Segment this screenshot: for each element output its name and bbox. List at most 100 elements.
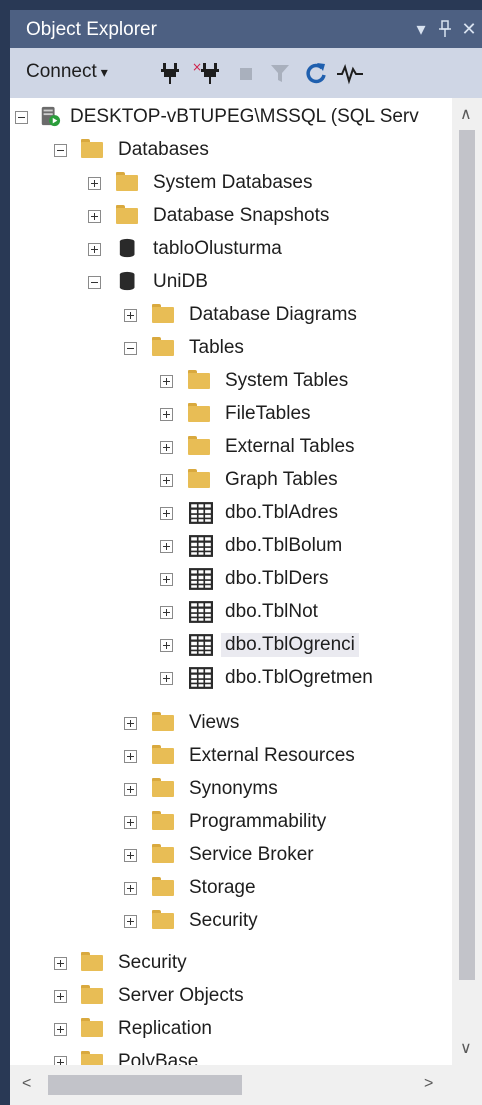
vertical-scroll-thumb[interactable] [459, 130, 475, 980]
expand-icon[interactable] [160, 474, 173, 487]
window-menu-dropdown-icon[interactable]: ▾ [410, 16, 432, 42]
tree-node-database-snapshots[interactable]: Database Snapshots [10, 199, 450, 232]
tree-node-programmability[interactable]: Programmability [10, 805, 450, 838]
scroll-down-icon[interactable]: ∨ [460, 1038, 472, 1058]
file-tables-label: FileTables [225, 402, 311, 424]
expand-icon[interactable] [160, 672, 173, 685]
scroll-right-icon[interactable]: > [424, 1075, 433, 1093]
collapse-icon[interactable] [88, 276, 101, 289]
tree-node-db-security[interactable]: Security [10, 904, 450, 937]
scrollbar-corner [452, 1065, 482, 1105]
folder-icon [80, 951, 104, 973]
vertical-scrollbar[interactable]: ∧ ∨ [452, 98, 482, 1065]
folder-icon [80, 1050, 104, 1065]
collapse-icon[interactable] [124, 342, 137, 355]
connect-plug-icon[interactable] [158, 60, 182, 86]
collapse-icon[interactable] [54, 144, 67, 157]
scroll-left-icon[interactable]: < [22, 1075, 31, 1093]
polybase-label: PolyBase [118, 1050, 199, 1066]
tree-node-tbl-adres[interactable]: dbo.TblAdres [10, 496, 450, 529]
stop-icon[interactable] [234, 60, 258, 86]
pin-icon[interactable] [434, 16, 456, 42]
disconnect-icon[interactable]: × [192, 60, 222, 86]
db-unidb-label: UniDB [153, 270, 208, 292]
folder-icon [151, 909, 175, 931]
connect-label: Connect [26, 61, 97, 82]
tree-node-storage[interactable]: Storage [10, 871, 450, 904]
horizontal-scrollbar[interactable]: < > [10, 1065, 452, 1105]
folder-icon [115, 171, 139, 193]
folder-icon [80, 138, 104, 160]
folder-icon [151, 744, 175, 766]
tree-node-tbl-not[interactable]: dbo.TblNot [10, 595, 450, 628]
expand-icon[interactable] [160, 507, 173, 520]
tree-node-db-unidb[interactable]: UniDB [10, 265, 450, 298]
tree-node-service-broker[interactable]: Service Broker [10, 838, 450, 871]
close-icon[interactable]: ✕ [458, 16, 480, 42]
activity-monitor-icon[interactable] [336, 60, 364, 86]
tree-node-synonyms[interactable]: Synonyms [10, 772, 450, 805]
expand-icon[interactable] [160, 573, 173, 586]
expand-icon[interactable] [160, 606, 173, 619]
scroll-up-icon[interactable]: ∧ [460, 104, 472, 124]
system-tables-label: System Tables [225, 369, 349, 391]
expand-icon[interactable] [124, 783, 137, 796]
expand-icon[interactable] [124, 750, 137, 763]
folder-icon [187, 468, 211, 490]
tree-node-tbl-ogrenci[interactable]: dbo.TblOgrenci [10, 628, 450, 661]
expand-icon[interactable] [54, 990, 67, 1003]
tree-node-views[interactable]: Views [10, 706, 450, 739]
tree-node-file-tables[interactable]: FileTables [10, 397, 450, 430]
expand-icon[interactable] [88, 177, 101, 190]
expand-icon[interactable] [88, 210, 101, 223]
tree-node-external-resources[interactable]: External Resources [10, 739, 450, 772]
expand-icon[interactable] [160, 639, 173, 652]
expand-icon[interactable] [124, 882, 137, 895]
table-icon [189, 568, 213, 590]
expand-icon[interactable] [54, 1056, 67, 1065]
tree-node-tables[interactable]: Tables [10, 331, 450, 364]
tree-node-db-tablo[interactable]: tabloOlusturma [10, 232, 450, 265]
filter-icon[interactable] [268, 60, 292, 86]
expand-icon[interactable] [160, 375, 173, 388]
programmability-label: Programmability [189, 810, 327, 832]
external-resources-label: External Resources [189, 744, 355, 766]
tree-node-system-tables[interactable]: System Tables [10, 364, 450, 397]
expand-icon[interactable] [124, 915, 137, 928]
tbl-adres-label: dbo.TblAdres [225, 501, 339, 523]
tree-node-server-objects[interactable]: Server Objects [10, 979, 450, 1012]
tree-node-server[interactable]: DESKTOP-vBTUPEG\MSSQL (SQL Serv [10, 100, 450, 133]
storage-label: Storage [189, 876, 256, 898]
tree-node-security[interactable]: Security [10, 946, 450, 979]
tables-label: Tables [189, 336, 244, 358]
expand-icon[interactable] [160, 441, 173, 454]
title-bar: Object Explorer ▾ ✕ [10, 10, 482, 48]
server-icon [41, 106, 61, 127]
tree-node-tbl-ogretmen[interactable]: dbo.TblOgretmen [10, 661, 450, 694]
tree-node-replication[interactable]: Replication [10, 1012, 450, 1045]
tree-node-tbl-bolum[interactable]: dbo.TblBolum [10, 529, 450, 562]
tbl-ders-label: dbo.TblDers [225, 567, 329, 589]
expand-icon[interactable] [124, 849, 137, 862]
expand-icon[interactable] [124, 717, 137, 730]
expand-icon[interactable] [54, 957, 67, 970]
tree-node-tbl-ders[interactable]: dbo.TblDers [10, 562, 450, 595]
expand-icon[interactable] [88, 243, 101, 256]
refresh-icon[interactable] [304, 60, 328, 86]
database-diagrams-label: Database Diagrams [189, 303, 357, 325]
expand-icon[interactable] [160, 408, 173, 421]
expand-icon[interactable] [124, 309, 137, 322]
tree-node-database-diagrams[interactable]: Database Diagrams [10, 298, 450, 331]
horizontal-scroll-thumb[interactable] [48, 1075, 242, 1095]
tree-node-databases[interactable]: Databases [10, 133, 450, 166]
collapse-icon[interactable] [15, 111, 28, 124]
expand-icon[interactable] [160, 540, 173, 553]
expand-icon[interactable] [124, 816, 137, 829]
graph-tables-label: Graph Tables [225, 468, 338, 490]
expand-icon[interactable] [54, 1023, 67, 1036]
tree-node-external-tables[interactable]: External Tables [10, 430, 450, 463]
tree-node-system-databases[interactable]: System Databases [10, 166, 450, 199]
tree-node-graph-tables[interactable]: Graph Tables [10, 463, 450, 496]
connect-button[interactable]: Connect ▾ [26, 61, 108, 83]
tree-node-polybase[interactable]: PolyBase [10, 1045, 450, 1065]
